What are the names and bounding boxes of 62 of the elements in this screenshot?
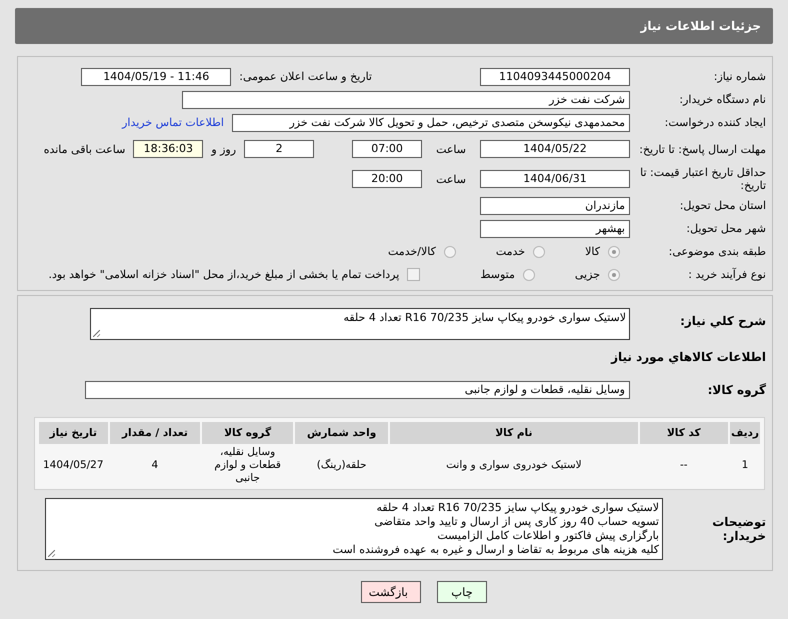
- field-label: مهلت ارسال پاسخ: تا تاریخ:: [638, 142, 767, 156]
- radio-button[interactable]: [522, 268, 535, 280]
- field-label: توضیحات خریدار:: [711, 515, 767, 543]
- notes-line: تسویه حساب 40 روز کاری پس از ارسال و تایید واحد متقاضی: [374, 515, 659, 529]
- radio-button[interactable]: [533, 246, 546, 258]
- text-field[interactable]: 1404/05/19 - 11:46: [81, 68, 232, 86]
- text-field[interactable]: 1404/06/31: [480, 170, 630, 188]
- radio-button[interactable]: [608, 268, 620, 280]
- field-label: روز و: [211, 142, 236, 156]
- text-field[interactable]: 1404/05/22: [480, 140, 630, 158]
- column-header: ردیف: [730, 422, 760, 444]
- text-field[interactable]: محمدمهدی نیکوسخن متصدی ترخیص، حمل و تحویل کالا شرکت نفت خزر: [232, 114, 630, 132]
- field-label: جزیی: [574, 268, 600, 281]
- resize-grip-icon: [93, 330, 100, 337]
- description-box[interactable]: لاستیک سواری خودرو پیکاپ سایز 70/235 R16 تعداد 4 حلقه: [90, 308, 630, 340]
- field-label: گروه کالا:: [706, 382, 767, 396]
- field-label: متوسط: [480, 268, 515, 281]
- field-label: کالا: [585, 245, 600, 258]
- notes-box[interactable]: [45, 498, 663, 560]
- notes-line: لاستیک سواری خودرو پیکاپ سایز 70/235 R16 تعداد 4 حلقه: [376, 501, 659, 515]
- column-header: کد کالا: [640, 422, 728, 444]
- text-field[interactable]: بهشهر: [480, 220, 630, 238]
- print-button[interactable]: چاپ: [437, 581, 487, 603]
- field-label: نوع فرآیند خرید :: [687, 268, 767, 281]
- radio-button[interactable]: [444, 246, 456, 258]
- field-label: حداقل تاریخ اعتبار قیمت: تا تاریخ:: [639, 166, 767, 192]
- text-field[interactable]: مازندران: [480, 196, 630, 214]
- field-label: پرداخت تمام یا بخشی از مبلغ خرید،از محل "اسناد خزانه اسلامی" خواهد بود.: [48, 268, 400, 281]
- notes-line: کلیه هزینه های مربوط به تقاضا و ارسال و غیره به عهده فروشنده است: [332, 543, 659, 557]
- field-label: خدمت: [496, 245, 526, 258]
- field-label: کالا/خدمت: [388, 245, 436, 258]
- column-header: تاریخ نیاز: [39, 422, 108, 444]
- column-header: نام کالا: [390, 422, 638, 444]
- field-label: شهر محل تحویل:: [685, 222, 767, 235]
- field-label: نام دستگاه خریدار:: [678, 93, 767, 106]
- field-label: ساعت: [436, 142, 466, 156]
- column-header: واحد شمارش: [295, 422, 388, 444]
- page-title: جزئیات اطلاعات نیاز: [640, 19, 761, 33]
- column-header: گروه کالا: [202, 422, 294, 444]
- text-field[interactable]: 07:00: [352, 140, 422, 158]
- notes-line: بارگزاری پیش فاکتور و اطلاعات کامل الزامیست: [437, 529, 659, 543]
- text-field[interactable]: 20:00: [352, 170, 422, 188]
- field-label: ساعت باقی مانده: [44, 142, 126, 156]
- field-label: شرح كلي نياز:: [679, 313, 767, 328]
- field-label: طبقه بندی موضوعی:: [668, 245, 767, 258]
- radio-button[interactable]: [608, 246, 620, 258]
- contact-link[interactable]: اطلاعات تماس خریدار: [122, 116, 224, 129]
- text-field[interactable]: وسایل نقلیه، قطعات و لوازم جانبی: [85, 380, 630, 398]
- field-label: تاریخ و ساعت اعلان عمومی:: [239, 70, 372, 83]
- back-button[interactable]: بازگشت: [361, 581, 421, 603]
- text-field[interactable]: 2: [244, 140, 314, 158]
- text-field[interactable]: 1104093445000204: [480, 68, 630, 86]
- field-label: شماره نیاز:: [712, 70, 767, 83]
- text-field[interactable]: شرکت نفت خزر: [182, 90, 630, 108]
- column-header: تعداد / مقدار: [110, 422, 200, 444]
- section-title: اطلاعات كالاهاي مورد نياز: [611, 349, 767, 364]
- field-label: ایجاد کننده درخواست:: [664, 116, 767, 129]
- field-label: استان محل تحویل:: [678, 199, 767, 212]
- countdown-field[interactable]: 18:36:03: [133, 140, 204, 158]
- resize-grip-icon: [48, 550, 55, 557]
- checkbox[interactable]: [407, 268, 420, 281]
- field-label: ساعت: [436, 172, 466, 186]
